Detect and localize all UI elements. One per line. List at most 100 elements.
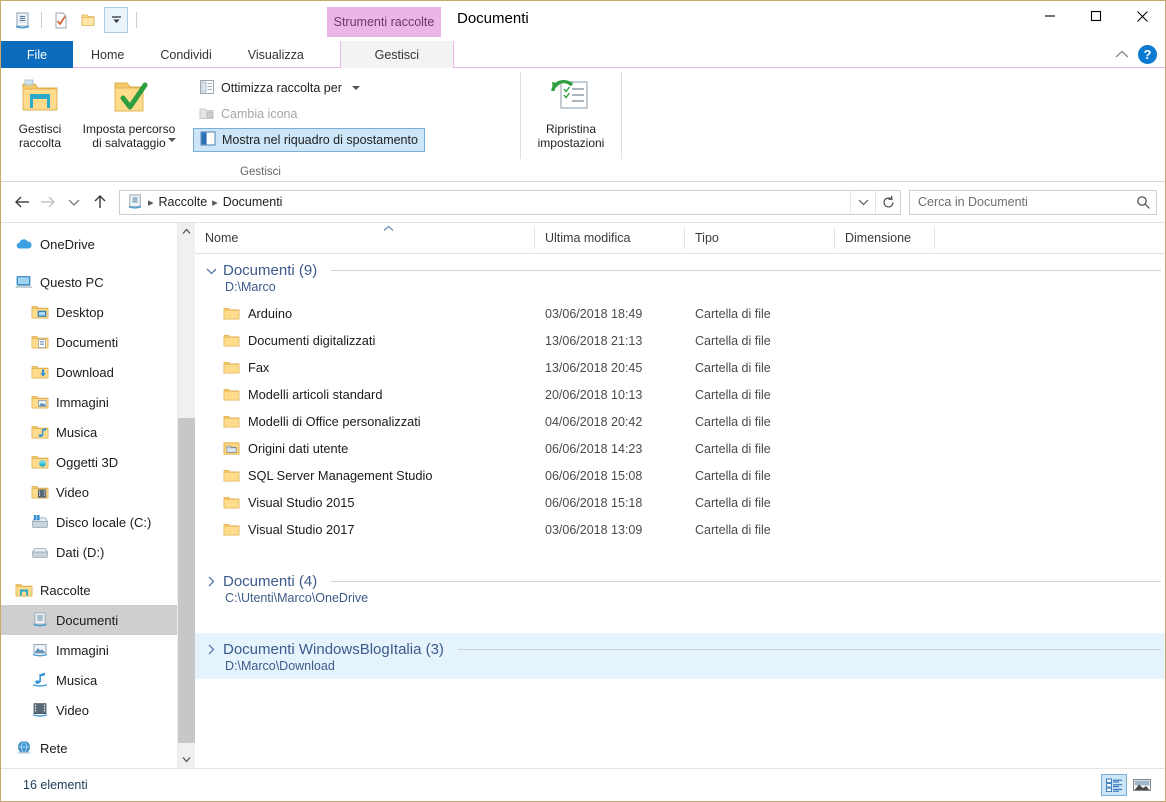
sidebar-item-oggetti-3d[interactable]: Oggetti 3D <box>1 447 177 477</box>
sidebar-item-desktop[interactable]: Desktop <box>1 297 177 327</box>
column-header-dimensione[interactable]: Dimensione <box>835 227 935 249</box>
search-box[interactable]: Cerca in Documenti <box>909 189 1157 215</box>
tab-file[interactable]: File <box>1 41 73 68</box>
breadcrumb-item-raccolte[interactable]: Raccolte <box>159 195 208 209</box>
chevron-right-icon[interactable] <box>205 644 217 655</box>
customize-dropdown-icon[interactable] <box>104 7 128 33</box>
scroll-up-icon[interactable] <box>178 223 195 240</box>
manage-library-icon <box>20 78 60 118</box>
sidebar-item-documenti[interactable]: Documenti <box>1 605 177 635</box>
sidebar-item-download[interactable]: Download <box>1 357 177 387</box>
tab-gestisci[interactable]: Gestisci <box>339 41 454 68</box>
optimize-library-icon <box>199 79 215 98</box>
file-modified-cell: 06/06/2018 15:08 <box>545 468 643 483</box>
sidebar-item-disco-locale-c[interactable]: Disco locale (C:) <box>1 507 177 537</box>
optimize-library-caret-icon[interactable] <box>351 86 360 90</box>
file-name-cell: Fax <box>195 360 535 375</box>
collapse-ribbon-icon[interactable] <box>1115 48 1129 62</box>
details-view-button[interactable] <box>1101 774 1127 796</box>
set-save-path-caret-icon[interactable] <box>168 138 176 142</box>
chevron-right-icon[interactable] <box>205 576 217 587</box>
network-icon <box>15 739 33 757</box>
new-folder-icon[interactable] <box>77 9 99 31</box>
sidebar-item-immagini[interactable]: Immagini <box>1 635 177 665</box>
optimize-library-button[interactable]: Ottimizza raccolta per <box>193 76 425 100</box>
special-folder-icon <box>223 441 240 456</box>
sidebar-item-dati-d[interactable]: Dati (D:) <box>1 537 177 567</box>
tab-condividi[interactable]: Condividi <box>142 41 229 68</box>
group-header-rule <box>331 270 1161 271</box>
search-input[interactable]: Cerca in Documenti <box>910 195 1130 209</box>
group-header-rule <box>331 581 1161 582</box>
group-header[interactable]: Documenti WindowsBlogItalia (3) D:\Marco\… <box>195 633 1165 679</box>
restore-settings-button[interactable]: Ripristina impostazioni <box>521 74 621 150</box>
refresh-icon[interactable] <box>875 190 900 214</box>
file-name-cell: Modelli articoli standard <box>195 387 535 402</box>
back-button[interactable] <box>9 189 35 215</box>
sidebar-item-musica[interactable]: Musica <box>1 665 177 695</box>
sort-ascending-icon <box>383 224 394 235</box>
address-bar[interactable]: ▸ Raccolte ▸ Documenti <box>119 189 901 215</box>
sidebar-item-onedrive[interactable]: OneDrive <box>1 229 177 259</box>
maximize-button[interactable] <box>1073 1 1119 31</box>
file-name-label: Visual Studio 2015 <box>248 495 355 510</box>
table-row[interactable]: Modelli articoli standard 20/06/2018 10:1… <box>195 381 1165 408</box>
folder-icon <box>223 495 240 510</box>
table-row[interactable]: Modelli di Office personalizzati 04/06/20… <box>195 408 1165 435</box>
table-row[interactable]: SQL Server Management Studio 06/06/2018 1… <box>195 462 1165 489</box>
minimize-button[interactable] <box>1027 1 1073 31</box>
scroll-down-icon[interactable] <box>178 751 195 768</box>
sidebar-item-immagini[interactable]: Immagini <box>1 387 177 417</box>
music-folder-icon <box>31 423 49 441</box>
navigation-scrollbar[interactable] <box>177 223 195 768</box>
sidebar-item-video[interactable]: Video <box>1 477 177 507</box>
file-name-label: Documenti digitalizzati <box>248 333 376 348</box>
chevron-down-icon[interactable] <box>205 267 217 275</box>
up-button[interactable] <box>87 189 113 215</box>
set-save-path-button[interactable]: Imposta percorso di salvataggio <box>73 74 185 150</box>
breadcrumb[interactable]: ▸ Raccolte ▸ Documenti <box>120 194 850 210</box>
column-header-tipo[interactable]: Tipo <box>685 227 835 249</box>
close-button[interactable] <box>1119 1 1165 31</box>
sidebar-item-video[interactable]: Video <box>1 695 177 725</box>
help-icon[interactable]: ? <box>1138 45 1157 64</box>
forward-button <box>35 189 61 215</box>
documents-library-icon <box>127 194 143 210</box>
documents-library-icon[interactable] <box>11 9 33 31</box>
tab-visualizza[interactable]: Visualizza <box>230 41 322 68</box>
navigation-pane: OneDrive Questo PC Desktop Documenti Downloa… <box>1 223 177 768</box>
sidebar-item-rete[interactable]: Rete <box>1 733 177 763</box>
chevron-down-icon[interactable] <box>850 190 875 214</box>
table-row[interactable]: Arduino 03/06/2018 18:49 Cartella di file <box>195 300 1165 327</box>
breadcrumb-item-documenti[interactable]: Documenti <box>223 195 283 209</box>
search-icon[interactable] <box>1130 195 1156 210</box>
group-header[interactable]: Documenti (9) D:\Marco <box>195 254 1165 300</box>
table-row[interactable]: Visual Studio 2017 03/06/2018 13:09 Cartel… <box>195 516 1165 543</box>
table-row[interactable]: Visual Studio 2015 06/06/2018 15:18 Cartel… <box>195 489 1165 516</box>
restore-settings-icon <box>551 78 591 118</box>
large-icons-view-button[interactable] <box>1129 774 1155 796</box>
recent-locations-button[interactable] <box>61 189 87 215</box>
breadcrumb-separator-1: ▸ <box>148 196 154 209</box>
sidebar-item-documenti[interactable]: Documenti <box>1 327 177 357</box>
file-modified-cell: 03/06/2018 18:49 <box>545 306 643 321</box>
show-in-nav-pane-toggle[interactable]: Mostra nel riquadro di spostamento <box>193 128 425 152</box>
manage-library-button[interactable]: Gestisci raccolta <box>7 74 73 150</box>
file-name-label: Visual Studio 2017 <box>248 522 355 537</box>
column-header-nome[interactable]: Nome <box>195 224 535 249</box>
file-modified-cell: 04/06/2018 20:42 <box>545 414 643 429</box>
sidebar-item-questo-pc[interactable]: Questo PC <box>1 267 177 297</box>
properties-icon[interactable] <box>50 9 72 31</box>
tab-home[interactable]: Home <box>73 41 142 68</box>
sidebar-item-label: Rete <box>40 740 68 756</box>
column-header-label: Dimensione <box>845 231 912 245</box>
table-row[interactable]: Documenti digitalizzati 13/06/2018 21:13 C… <box>195 327 1165 354</box>
sidebar-item-raccolte[interactable]: Raccolte <box>1 575 177 605</box>
scrollbar-thumb[interactable] <box>178 418 195 743</box>
sidebar-item-musica[interactable]: Musica <box>1 417 177 447</box>
view-buttons <box>1101 774 1155 796</box>
column-header-ultima-modifica[interactable]: Ultima modifica <box>535 227 685 249</box>
table-row[interactable]: Fax 13/06/2018 20:45 Cartella di file <box>195 354 1165 381</box>
group-header[interactable]: Documenti (4) C:\Utenti\Marco\OneDrive <box>195 565 1165 611</box>
table-row[interactable]: Origini dati utente 06/06/2018 14:23 Carte… <box>195 435 1165 462</box>
